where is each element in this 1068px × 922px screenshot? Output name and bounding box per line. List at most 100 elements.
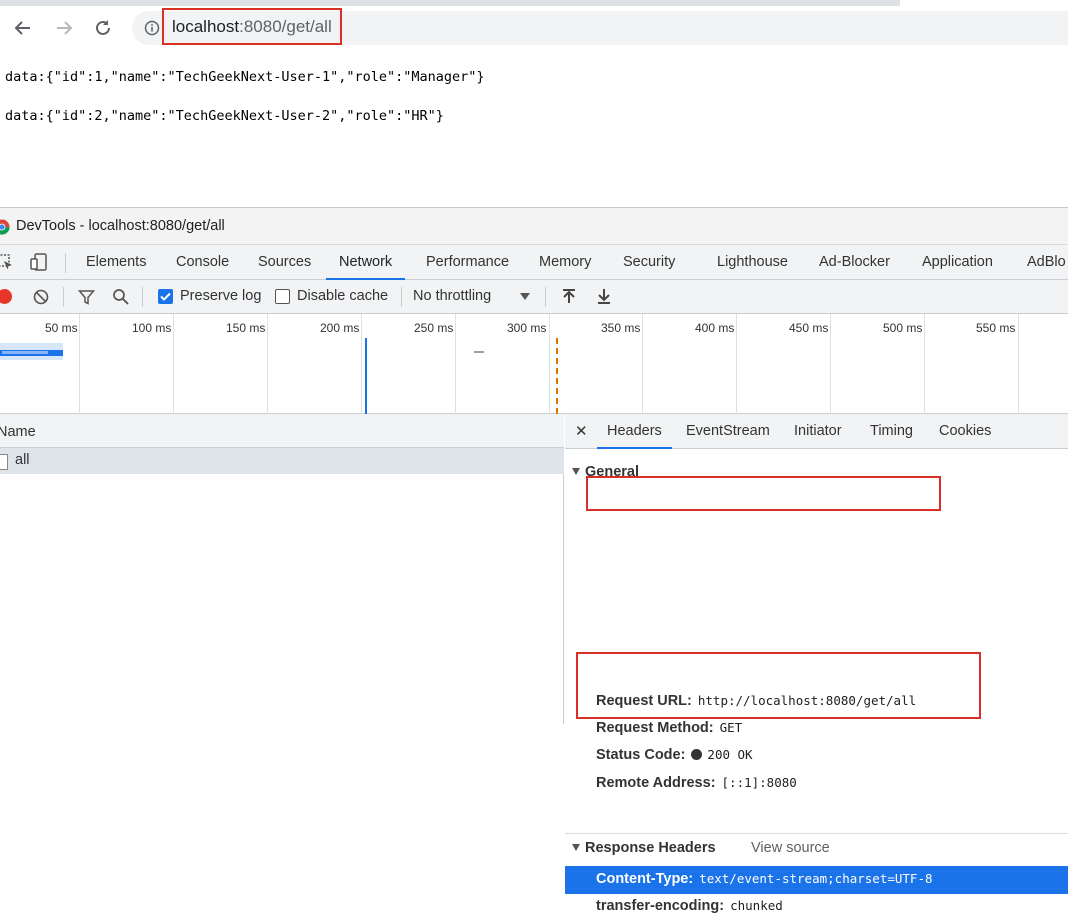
url-path: :8080/get/all	[239, 16, 332, 36]
name-column-label: Name	[0, 424, 36, 440]
status-code-value: 200 OK	[707, 747, 753, 762]
filter-icon[interactable]	[78, 289, 95, 306]
general-section-header[interactable]: General	[565, 459, 1068, 487]
checkmark-icon	[160, 292, 171, 301]
remote-address-row: Remote Address: [::1]:8080	[596, 775, 797, 799]
clear-icon[interactable]	[33, 289, 49, 305]
timeline-tick-label: 400 ms	[695, 321, 735, 335]
timeline-gridline	[455, 314, 456, 414]
timeline-gridline	[173, 314, 174, 414]
dropdown-arrow-icon[interactable]	[520, 293, 530, 301]
tab-memory[interactable]: Memory	[539, 245, 591, 280]
tab-lighthouse[interactable]: Lighthouse	[717, 245, 788, 280]
tab-headers[interactable]: Headers	[597, 423, 672, 449]
response-headers-section-header[interactable]: Response Headers View source	[565, 835, 1068, 863]
name-column-header[interactable]: Name	[0, 414, 564, 448]
devtools-tab-bar: Elements Console Sources Network Perform…	[0, 244, 1068, 280]
general-section-title: General	[585, 464, 639, 480]
tab-adblock-more[interactable]: AdBlo	[1027, 245, 1066, 280]
timeline-gridline	[267, 314, 268, 414]
preserve-log-label[interactable]: Preserve log	[180, 288, 261, 304]
back-button[interactable]	[9, 14, 37, 42]
disable-cache-checkbox[interactable]	[275, 289, 290, 304]
timeline-gridline	[924, 314, 925, 414]
toolbar-separator	[401, 287, 402, 307]
search-icon[interactable]	[112, 288, 130, 306]
request-method-value: GET	[719, 720, 743, 735]
timeline-tick-label: 350 ms	[601, 321, 641, 335]
inspect-element-icon[interactable]	[0, 253, 14, 271]
expand-triangle-icon	[572, 844, 580, 851]
devtools-window: DevTools - localhost:8080/get/all Elemen…	[0, 207, 1068, 914]
request-name: all	[15, 452, 30, 468]
toolbar-separator	[545, 287, 546, 307]
address-bar[interactable]: localhost:8080/get/all	[132, 8, 1068, 45]
record-button[interactable]	[0, 289, 12, 304]
timeline-tick-label: 150 ms	[226, 321, 266, 335]
import-har-icon[interactable]	[561, 288, 577, 305]
details-tab-bar: ✕ Headers EventStream Initiator Timing C…	[565, 414, 1068, 449]
request-url-value: http://localhost:8080/get/all	[697, 693, 917, 708]
timeline-tick-label: 550 ms	[976, 321, 1016, 335]
response-headers-title: Response Headers	[585, 840, 716, 856]
network-overview-timeline[interactable]: 50 ms 100 ms 150 ms 200 ms 250 ms 300 ms…	[0, 314, 1068, 414]
transfer-encoding-label: transfer-encoding:	[596, 898, 725, 914]
timeline-tick-label: 450 ms	[789, 321, 829, 335]
timeline-tick-label: 50 ms	[45, 321, 78, 335]
tab-elements[interactable]: Elements	[86, 245, 146, 280]
tab-security[interactable]: Security	[623, 245, 675, 280]
tab-bar-separator	[65, 253, 66, 273]
tab-strip-edge	[0, 0, 900, 6]
transfer-encoding-value: chunked	[730, 898, 783, 913]
status-code-row: Status Code: 200 OK	[596, 747, 753, 771]
tab-eventstream[interactable]: EventStream	[686, 423, 770, 439]
close-icon[interactable]: ✕	[575, 422, 588, 440]
transfer-encoding-row: transfer-encoding: chunked	[596, 898, 783, 922]
devtools-title: DevTools - localhost:8080/get/all	[16, 218, 225, 234]
request-details-panel: ✕ Headers EventStream Initiator Timing C…	[565, 414, 1068, 914]
sse-data-line-2: data:{"id":2,"name":"TechGeekNext-User-2…	[5, 108, 444, 124]
url-text[interactable]: localhost:8080/get/all	[162, 8, 342, 45]
timeline-tick-label: 250 ms	[414, 321, 454, 335]
timeline-tick-label: 200 ms	[320, 321, 360, 335]
timeline-gridline	[830, 314, 831, 414]
content-type-value: text/event-stream;charset=UTF-8	[699, 871, 933, 886]
timeline-tick-label: 300 ms	[507, 321, 547, 335]
request-row[interactable]: all	[0, 448, 564, 474]
tab-network[interactable]: Network	[325, 245, 406, 280]
request-url-label: Request URL:	[596, 693, 692, 709]
tab-sources[interactable]: Sources	[258, 245, 311, 280]
tab-application[interactable]: Application	[922, 245, 993, 280]
document-icon	[0, 454, 8, 470]
tab-ad-blocker[interactable]: Ad-Blocker	[819, 245, 890, 280]
tab-console[interactable]: Console	[176, 245, 229, 280]
info-icon[interactable]	[144, 20, 160, 36]
export-har-icon[interactable]	[596, 288, 612, 305]
section-divider	[565, 833, 1068, 834]
preserve-log-checkbox[interactable]	[158, 289, 173, 304]
tab-performance[interactable]: Performance	[426, 245, 509, 280]
reload-button[interactable]	[89, 14, 117, 42]
view-source-link[interactable]: View source	[751, 840, 830, 856]
throttling-select[interactable]: No throttling	[413, 288, 491, 304]
disable-cache-label[interactable]: Disable cache	[297, 288, 388, 304]
status-code-label: Status Code:	[596, 747, 686, 763]
tab-cookies[interactable]: Cookies	[939, 423, 991, 439]
reload-icon	[96, 20, 110, 35]
status-dot-icon	[691, 749, 703, 760]
request-method-row: Request Method: GET	[596, 720, 742, 744]
forward-button[interactable]	[50, 14, 78, 42]
content-type-label: Content-Type:	[596, 871, 694, 887]
page-body: data:{"id":1,"name":"TechGeekNext-User-1…	[5, 66, 485, 127]
load-event-marker	[556, 338, 558, 414]
device-toolbar-icon[interactable]	[30, 253, 48, 271]
remote-address-label: Remote Address:	[596, 775, 716, 791]
timeline-gridline	[736, 314, 737, 414]
tab-timing[interactable]: Timing	[870, 423, 913, 439]
tab-initiator[interactable]: Initiator	[794, 423, 842, 439]
request-method-label: Request Method:	[596, 720, 714, 736]
timeline-gridline	[1018, 314, 1019, 414]
timeline-request-bar-inner	[2, 351, 48, 354]
url-host: localhost	[172, 16, 240, 36]
timeline-gridline	[361, 314, 362, 414]
